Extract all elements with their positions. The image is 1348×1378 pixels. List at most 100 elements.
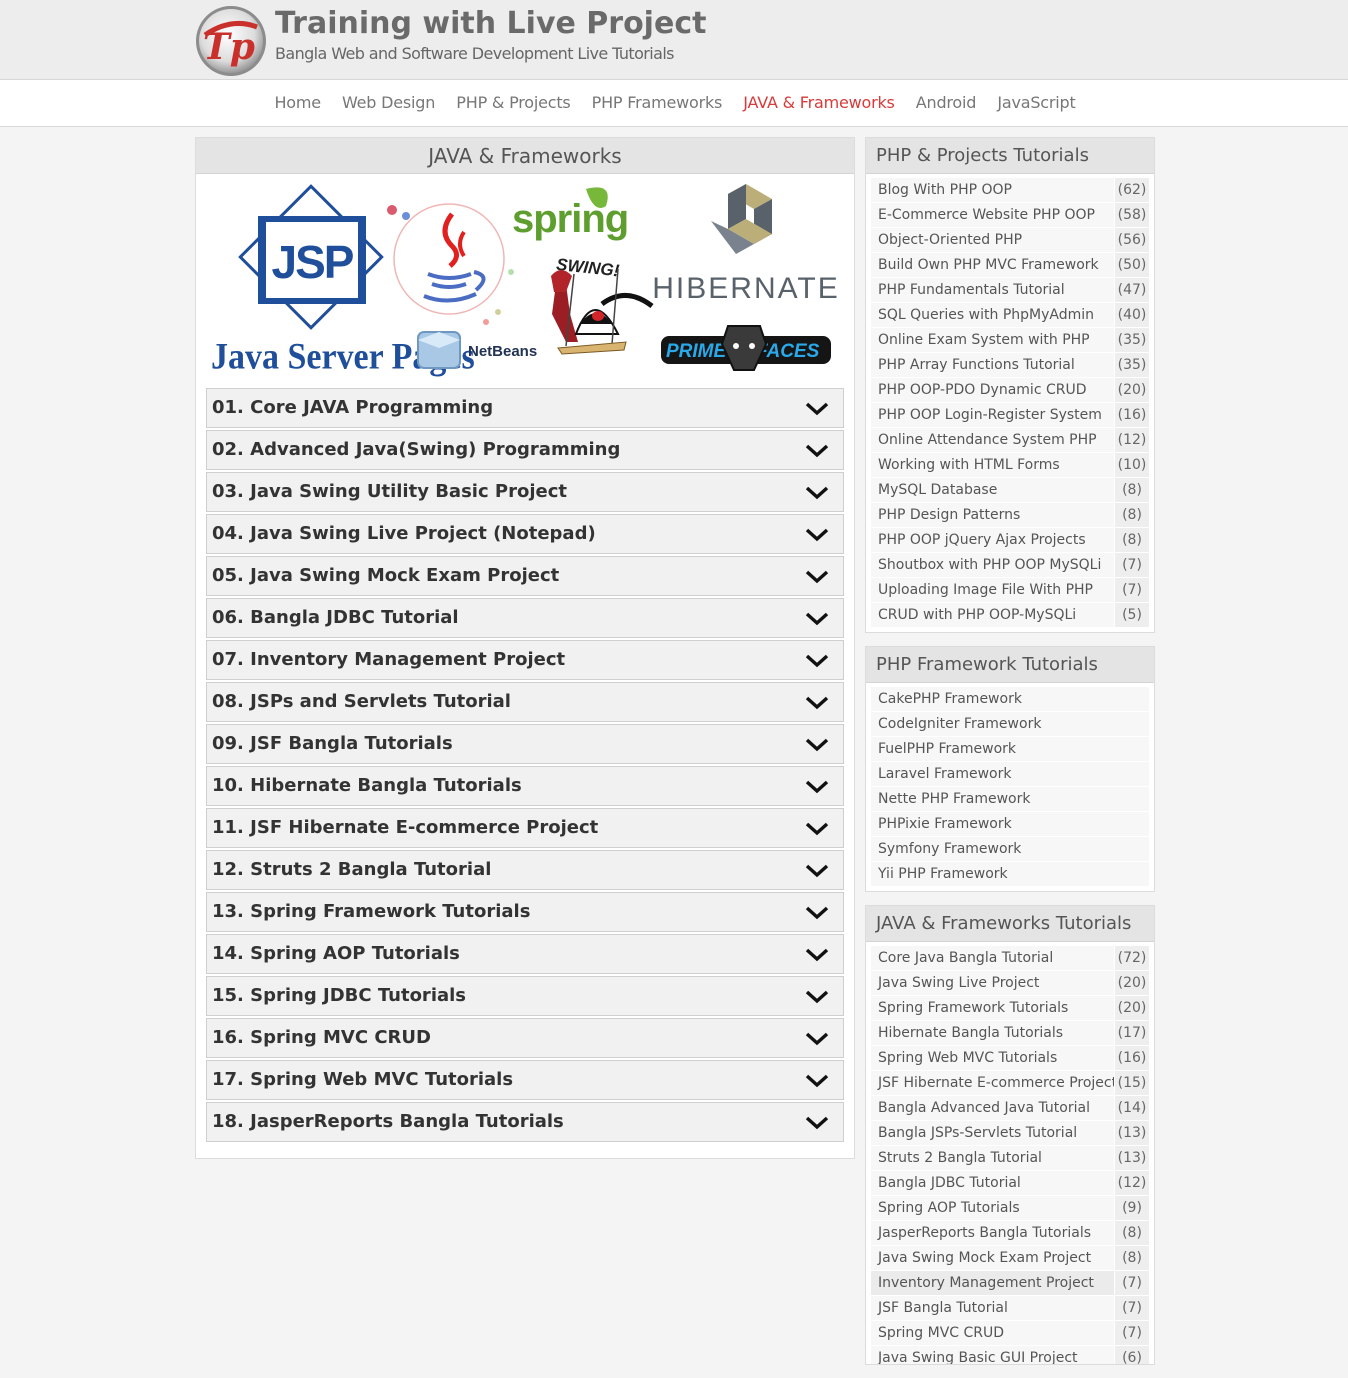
chevron-down-icon[interactable]: [805, 1032, 829, 1046]
sidebar-item-label[interactable]: Uploading Image File With PHP: [871, 578, 1114, 602]
chevron-down-icon[interactable]: [805, 654, 829, 668]
sidebar-item-label[interactable]: CakePHP Framework: [871, 687, 1149, 711]
accordion-title[interactable]: 07. Inventory Management Project: [212, 641, 565, 679]
accordion-item[interactable]: 17. Spring Web MVC Tutorials: [206, 1060, 844, 1100]
sidebar-item-label[interactable]: Laravel Framework: [871, 762, 1149, 786]
accordion-title[interactable]: 15. Spring JDBC Tutorials: [212, 977, 466, 1015]
sidebar-list-item[interactable]: PHP OOP jQuery Ajax Projects (8): [871, 528, 1149, 553]
sidebar-item-label[interactable]: E-Commerce Website PHP OOP: [871, 203, 1114, 227]
accordion-title[interactable]: 06. Bangla JDBC Tutorial: [212, 599, 459, 637]
sidebar-list-item[interactable]: PHP OOP Login-Register System (16): [871, 403, 1149, 428]
accordion-item[interactable]: 07. Inventory Management Project: [206, 640, 844, 680]
accordion-title[interactable]: 16. Spring MVC CRUD: [212, 1019, 431, 1057]
site-logo[interactable]: Tp: [195, 5, 267, 77]
sidebar-item-label[interactable]: Symfony Framework: [871, 837, 1149, 861]
sidebar-list-item[interactable]: Java Swing Live Project (20): [871, 971, 1149, 996]
chevron-down-icon[interactable]: [805, 906, 829, 920]
sidebar-list-item[interactable]: Shoutbox with PHP OOP MySQLi (7): [871, 553, 1149, 578]
accordion-item[interactable]: 02. Advanced Java(Swing) Programming: [206, 430, 844, 470]
sidebar-list-item[interactable]: PHP Array Functions Tutorial (35): [871, 353, 1149, 378]
sidebar-list-item[interactable]: Spring Web MVC Tutorials (16): [871, 1046, 1149, 1071]
sidebar-item-label[interactable]: Java Swing Basic GUI Project: [871, 1346, 1114, 1364]
nav-javascript[interactable]: JavaScript: [997, 80, 1075, 126]
sidebar-list-item[interactable]: PHPixie Framework: [871, 812, 1149, 837]
sidebar-item-label[interactable]: Bangla JSPs-Servlets Tutorial: [871, 1121, 1114, 1145]
sidebar-item-label[interactable]: PHP OOP Login-Register System: [871, 403, 1114, 427]
sidebar-list-item[interactable]: Working with HTML Forms (10): [871, 453, 1149, 478]
sidebar-item-label[interactable]: Yii PHP Framework: [871, 862, 1149, 886]
sidebar-list-item[interactable]: JSF Bangla Tutorial (7): [871, 1296, 1149, 1321]
sidebar-item-label[interactable]: CodeIgniter Framework: [871, 712, 1149, 736]
accordion-title[interactable]: 09. JSF Bangla Tutorials: [212, 725, 453, 763]
chevron-down-icon[interactable]: [805, 738, 829, 752]
chevron-down-icon[interactable]: [805, 444, 829, 458]
accordion-title[interactable]: 08. JSPs and Servlets Tutorial: [212, 683, 511, 721]
accordion-item[interactable]: 18. JasperReports Bangla Tutorials: [206, 1102, 844, 1142]
sidebar-item-label[interactable]: Struts 2 Bangla Tutorial: [871, 1146, 1114, 1170]
sidebar-item-label[interactable]: Build Own PHP MVC Framework: [871, 253, 1114, 277]
sidebar-list-item[interactable]: Bangla Advanced Java Tutorial (14): [871, 1096, 1149, 1121]
accordion-title[interactable]: 04. Java Swing Live Project (Notepad): [212, 515, 596, 553]
sidebar-item-label[interactable]: PHP OOP jQuery Ajax Projects: [871, 528, 1114, 552]
chevron-down-icon[interactable]: [805, 1074, 829, 1088]
sidebar-item-label[interactable]: PHP OOP-PDO Dynamic CRUD: [871, 378, 1114, 402]
accordion-title[interactable]: 11. JSF Hibernate E-commerce Project: [212, 809, 598, 847]
sidebar-item-label[interactable]: JasperReports Bangla Tutorials: [871, 1221, 1114, 1245]
sidebar-list-item[interactable]: Java Swing Mock Exam Project (8): [871, 1246, 1149, 1271]
accordion-item[interactable]: 16. Spring MVC CRUD: [206, 1018, 844, 1058]
sidebar-item-label[interactable]: Shoutbox with PHP OOP MySQLi: [871, 553, 1114, 577]
accordion-item[interactable]: 10. Hibernate Bangla Tutorials: [206, 766, 844, 806]
sidebar-list-item[interactable]: Nette PHP Framework: [871, 787, 1149, 812]
sidebar-list-item[interactable]: PHP Fundamentals Tutorial (47): [871, 278, 1149, 303]
sidebar-list-item[interactable]: SQL Queries with PhpMyAdmin (40): [871, 303, 1149, 328]
sidebar-item-label[interactable]: JSF Hibernate E-commerce Project: [871, 1071, 1114, 1095]
sidebar-list-item[interactable]: CodeIgniter Framework: [871, 712, 1149, 737]
sidebar-list-item[interactable]: JSF Hibernate E-commerce Project (15): [871, 1071, 1149, 1096]
nav-php-frameworks[interactable]: PHP Frameworks: [592, 80, 723, 126]
sidebar-list-item[interactable]: Symfony Framework: [871, 837, 1149, 862]
sidebar-list-item[interactable]: Spring AOP Tutorials (9): [871, 1196, 1149, 1221]
chevron-down-icon[interactable]: [805, 1116, 829, 1130]
sidebar-list-item[interactable]: FuelPHP Framework: [871, 737, 1149, 762]
sidebar-list-item[interactable]: CRUD with PHP OOP-MySQLi (5): [871, 603, 1149, 628]
sidebar-list-item[interactable]: Spring MVC CRUD (7): [871, 1321, 1149, 1346]
sidebar-item-label[interactable]: PHP Fundamentals Tutorial: [871, 278, 1114, 302]
sidebar-item-label[interactable]: Inventory Management Project: [871, 1271, 1114, 1295]
sidebar-item-label[interactable]: SQL Queries with PhpMyAdmin: [871, 303, 1114, 327]
sidebar-list-item[interactable]: Uploading Image File With PHP (7): [871, 578, 1149, 603]
accordion-title[interactable]: 13. Spring Framework Tutorials: [212, 893, 530, 931]
sidebar-list-item[interactable]: Build Own PHP MVC Framework (50): [871, 253, 1149, 278]
sidebar-list-item[interactable]: Inventory Management Project (7): [871, 1271, 1149, 1296]
sidebar-item-label[interactable]: PHPixie Framework: [871, 812, 1149, 836]
accordion-item[interactable]: 06. Bangla JDBC Tutorial: [206, 598, 844, 638]
sidebar-item-label[interactable]: Online Attendance System PHP: [871, 428, 1114, 452]
sidebar-item-label[interactable]: Online Exam System with PHP: [871, 328, 1114, 352]
accordion-title[interactable]: 14. Spring AOP Tutorials: [212, 935, 460, 973]
accordion-item[interactable]: 03. Java Swing Utility Basic Project: [206, 472, 844, 512]
nav-web-design[interactable]: Web Design: [342, 80, 435, 126]
sidebar-item-label[interactable]: Object-Oriented PHP: [871, 228, 1114, 252]
sidebar-item-label[interactable]: Java Swing Live Project: [871, 971, 1114, 995]
accordion-title[interactable]: 03. Java Swing Utility Basic Project: [212, 473, 567, 511]
chevron-down-icon[interactable]: [805, 822, 829, 836]
sidebar-list-item[interactable]: E-Commerce Website PHP OOP (58): [871, 203, 1149, 228]
nav-java-frameworks[interactable]: JAVA & Frameworks: [743, 80, 895, 126]
nav-android[interactable]: Android: [916, 80, 977, 126]
chevron-down-icon[interactable]: [805, 948, 829, 962]
accordion-title[interactable]: 18. JasperReports Bangla Tutorials: [212, 1103, 564, 1141]
chevron-down-icon[interactable]: [805, 990, 829, 1004]
sidebar-list-item[interactable]: Online Attendance System PHP (12): [871, 428, 1149, 453]
accordion-item[interactable]: 09. JSF Bangla Tutorials: [206, 724, 844, 764]
sidebar-list-item[interactable]: PHP Design Patterns (8): [871, 503, 1149, 528]
sidebar-list-item[interactable]: Struts 2 Bangla Tutorial (13): [871, 1146, 1149, 1171]
chevron-down-icon[interactable]: [805, 864, 829, 878]
accordion-title[interactable]: 02. Advanced Java(Swing) Programming: [212, 431, 620, 469]
sidebar-item-label[interactable]: Hibernate Bangla Tutorials: [871, 1021, 1114, 1045]
accordion-item[interactable]: 15. Spring JDBC Tutorials: [206, 976, 844, 1016]
accordion-item[interactable]: 13. Spring Framework Tutorials: [206, 892, 844, 932]
accordion-title[interactable]: 05. Java Swing Mock Exam Project: [212, 557, 559, 595]
sidebar-list-item[interactable]: PHP OOP-PDO Dynamic CRUD (20): [871, 378, 1149, 403]
accordion-item[interactable]: 08. JSPs and Servlets Tutorial: [206, 682, 844, 722]
sidebar-list-item[interactable]: Bangla JSPs-Servlets Tutorial (13): [871, 1121, 1149, 1146]
accordion-item[interactable]: 11. JSF Hibernate E-commerce Project: [206, 808, 844, 848]
